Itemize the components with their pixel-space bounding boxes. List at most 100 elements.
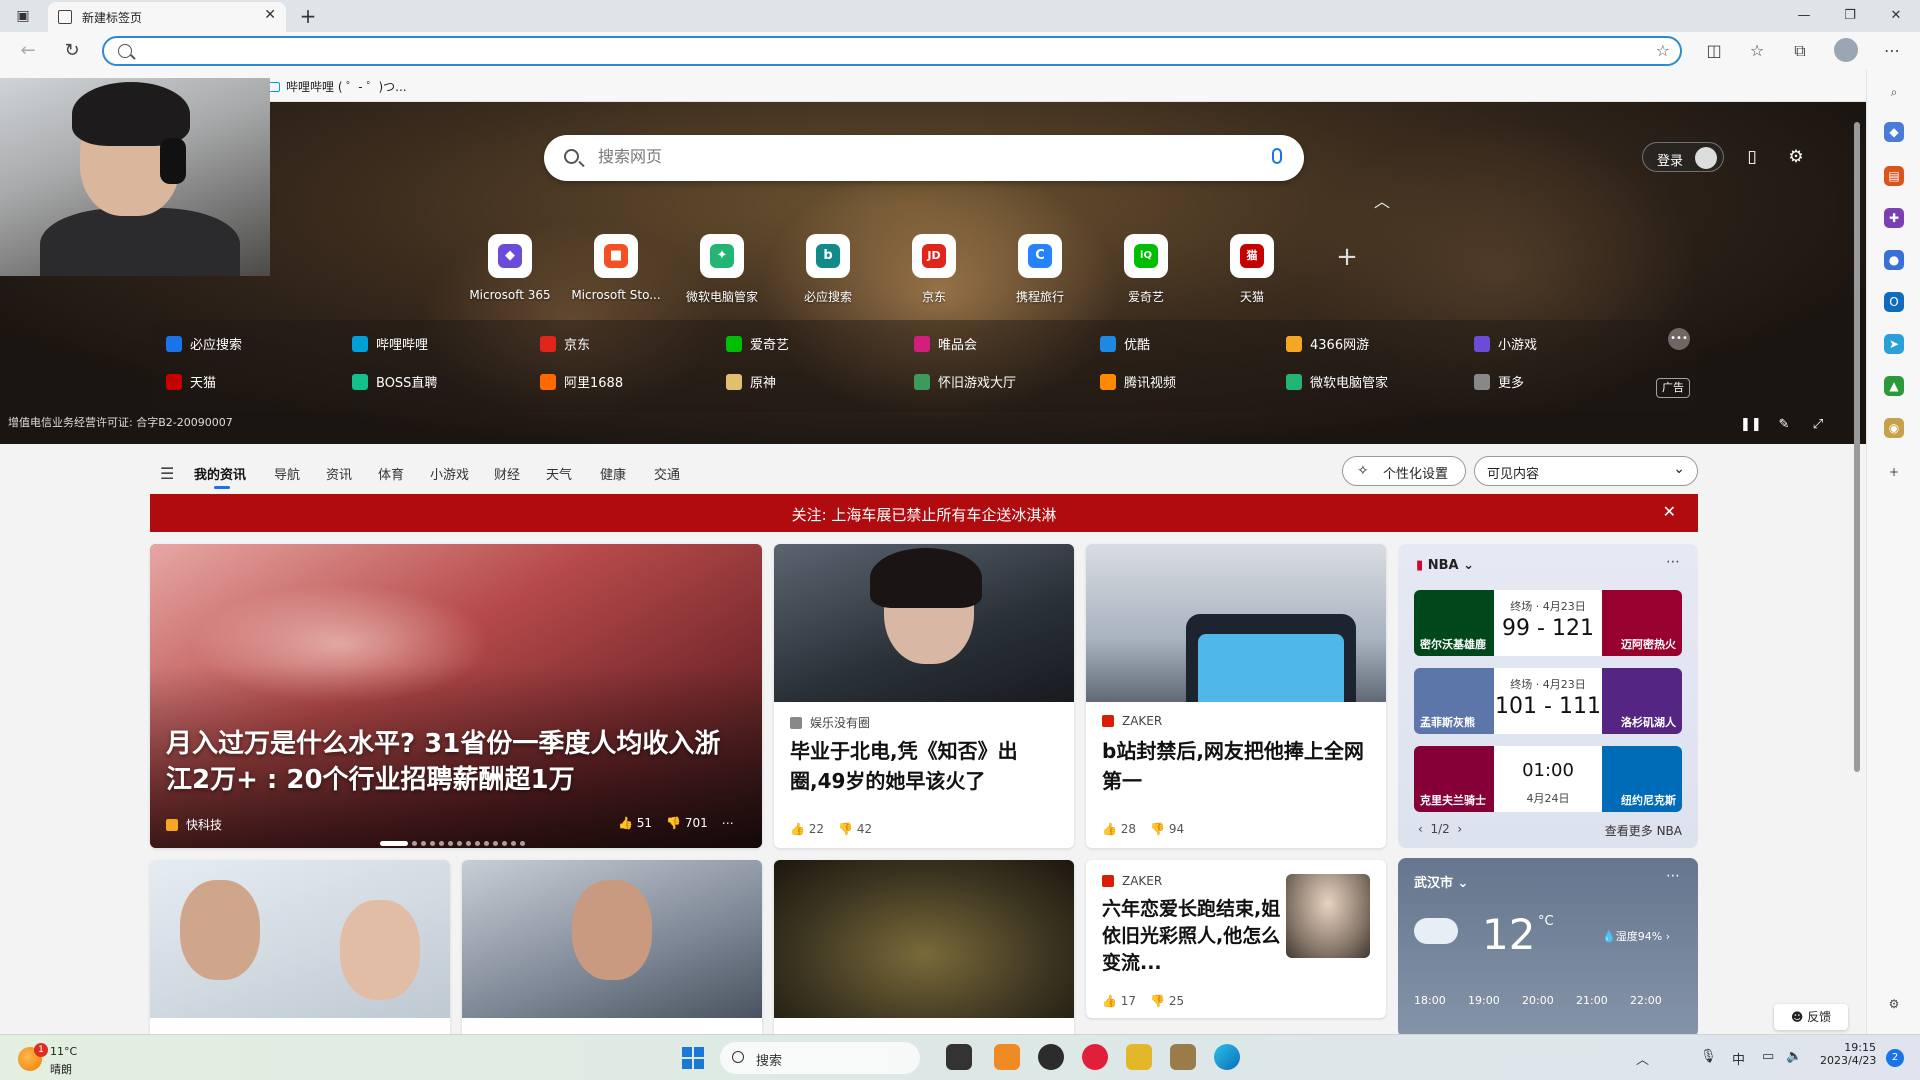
like-button[interactable]: 👍 22 <box>790 822 824 836</box>
link-more[interactable]: 更多 <box>1474 372 1644 392</box>
profile-avatar[interactable] <box>1834 38 1858 62</box>
tile-iqiyi[interactable]: iQ 爱奇艺 <box>1096 234 1196 314</box>
tile-ctrip[interactable]: C 携程旅行 <box>990 234 1090 314</box>
scrollbar-thumb[interactable] <box>1854 122 1860 772</box>
volume-icon[interactable]: 🔈 <box>1786 1049 1802 1064</box>
tab-sports[interactable]: 体育 <box>378 464 404 483</box>
link-boss[interactable]: BOSS直聘 <box>352 372 522 392</box>
tab-mini-games[interactable]: 小游戏 <box>430 464 469 483</box>
clock[interactable]: 19:15 2023/4/23 <box>1820 1041 1876 1067</box>
more-menu-icon[interactable]: ⋯ <box>1878 40 1906 62</box>
tab-close-icon[interactable]: ✕ <box>264 7 276 23</box>
link-retro-games[interactable]: 怀旧游戏大厅 <box>914 372 1084 392</box>
app-icon[interactable] <box>994 1044 1020 1070</box>
tile-tmall[interactable]: 猫天猫 <box>1202 234 1302 314</box>
link-vip[interactable]: 唯品会 <box>914 334 1084 354</box>
tab-actions-icon[interactable]: ▣ <box>12 6 34 26</box>
address-bar[interactable]: ☆ <box>102 36 1682 66</box>
more-options-icon[interactable]: ⋯ <box>1666 554 1680 570</box>
news-card[interactable]: ZAKER 六年恋爱长跑结束,姐依旧光彩照人,他怎么变流... 👍 17 👎 25 <box>1086 860 1386 1018</box>
tree-icon[interactable]: ▲ <box>1884 376 1904 396</box>
settings-gear-icon[interactable]: ⚙ <box>1884 994 1904 1014</box>
nba-title[interactable]: ▮ NBA ⌄ <box>1416 558 1474 573</box>
link-bilibili[interactable]: 哔哩哔哩 <box>352 334 522 354</box>
tile-bing[interactable]: b 必应搜索 <box>778 234 878 314</box>
edge-icon[interactable] <box>1214 1044 1240 1070</box>
tab-health[interactable]: 健康 <box>600 464 626 483</box>
dislike-button[interactable]: 👎 25 <box>1150 994 1184 1008</box>
link-mini-games[interactable]: 小游戏 <box>1474 334 1644 354</box>
taskbar-search[interactable]: 搜索 <box>720 1042 920 1074</box>
dislike-button[interactable]: 👎 42 <box>838 822 872 836</box>
dislike-button[interactable]: 👎 94 <box>1150 822 1184 836</box>
weather-city[interactable]: 武汉市 ⌄ <box>1414 872 1468 891</box>
nba-pager[interactable]: ‹ 1/2 › <box>1418 822 1462 836</box>
link-tmall[interactable]: 天猫 <box>166 372 336 392</box>
login-button[interactable]: 登录 <box>1642 142 1724 172</box>
like-button[interactable]: 👍 28 <box>1102 822 1136 836</box>
link-jd[interactable]: 京东 <box>540 334 710 354</box>
news-card[interactable] <box>774 860 1074 1034</box>
web-search-box[interactable] <box>544 135 1304 181</box>
microphone-icon[interactable]: 🎙 <box>1700 1049 1717 1064</box>
news-card[interactable] <box>150 860 450 1034</box>
scrollbar[interactable] <box>1852 102 1862 1034</box>
send-icon[interactable]: ➤ <box>1884 334 1904 354</box>
shopping-bag-icon[interactable]: ▤ <box>1884 166 1904 186</box>
back-button[interactable]: ← <box>14 39 42 63</box>
alert-banner[interactable]: 关注: 上海车展已禁止所有车企送冰淇淋 ✕ <box>150 494 1698 532</box>
split-screen-icon[interactable]: ◫ <box>1700 40 1728 62</box>
app-icon[interactable] <box>1170 1044 1196 1070</box>
personalize-button[interactable]: ✧ 个性化设置 <box>1342 456 1466 486</box>
link-tencent-video[interactable]: 腾讯视频 <box>1100 372 1270 392</box>
task-view-icon[interactable] <box>946 1044 972 1070</box>
links-options-button[interactable]: ••• <box>1668 328 1690 350</box>
feedback-button[interactable]: ☻ 反馈 <box>1774 1004 1848 1030</box>
tab-weather[interactable]: 天气 <box>546 464 572 483</box>
news-card[interactable]: 娱乐没有圈 毕业于北电,凭《知否》出圈,49岁的她早该火了 👍 22 👎 42 <box>774 544 1074 848</box>
see-more-nba-link[interactable]: 查看更多 NBA <box>1605 822 1682 839</box>
nba-game[interactable]: 密尔沃基雄鹿 迈阿密热火 终场 · 4月23日 99 - 121 <box>1414 590 1682 656</box>
game-icon[interactable]: ◉ <box>1884 418 1904 438</box>
news-card-featured[interactable]: 月入过万是什么水平? 31省份一季度人均收入浙江2万+ : 20个行业招聘薪酬超… <box>150 544 762 848</box>
like-button[interactable]: 👍 17 <box>1102 994 1136 1008</box>
link-pc-manager[interactable]: 微软电脑管家 <box>1286 372 1456 392</box>
more-options-icon[interactable]: ⋯ <box>722 816 734 830</box>
link-bing[interactable]: 必应搜索 <box>166 334 336 354</box>
like-button[interactable]: 👍 51 <box>618 816 652 830</box>
news-card[interactable] <box>462 860 762 1034</box>
close-icon[interactable]: ✕ <box>1663 502 1676 521</box>
pause-icon[interactable]: ❚❚ <box>1740 416 1762 434</box>
link-genshin[interactable]: 原神 <box>726 372 896 392</box>
image-info-icon[interactable]: ✎ <box>1774 416 1794 434</box>
favorite-bilibili[interactable]: 哔哩哔哩 ( ゜- ゜)つ... <box>268 78 407 95</box>
ime-indicator[interactable]: 中 <box>1732 1049 1745 1068</box>
tag-icon[interactable]: ◆ <box>1884 122 1904 142</box>
favorites-icon[interactable]: ☆ <box>1743 40 1771 62</box>
link-4366[interactable]: 4366网游 <box>1286 334 1456 354</box>
tile-microsoft-365[interactable]: ◆ Microsoft 365 <box>460 234 560 314</box>
netease-music-icon[interactable] <box>1082 1044 1108 1070</box>
nba-game[interactable]: 克里夫兰骑士 纽约尼克斯 4月24日 01:00 <box>1414 746 1682 812</box>
microphone-icon[interactable] <box>1272 148 1282 164</box>
search-icon[interactable]: ⌕ <box>1884 82 1904 102</box>
tab-navigation[interactable]: 导航 <box>274 464 300 483</box>
tab-finance[interactable]: 财经 <box>494 464 520 483</box>
mobile-icon[interactable]: ▯ <box>1741 146 1763 168</box>
tab-my-feed[interactable]: 我的资讯 <box>194 464 246 483</box>
dislike-button[interactable]: 👎 701 <box>666 816 708 830</box>
tab-new-tab[interactable]: 新建标签页 ✕ <box>48 2 286 32</box>
tab-news[interactable]: 资讯 <box>326 464 352 483</box>
new-tab-button[interactable]: + <box>296 4 320 28</box>
tile-jd[interactable]: JD 京东 <box>884 234 984 314</box>
expand-icon[interactable]: ⤢ <box>1808 416 1828 434</box>
restore-button[interactable]: ❐ <box>1830 4 1870 28</box>
window-close-button[interactable]: ✕ <box>1876 4 1916 28</box>
tile-microsoft-store[interactable]: ■ Microsoft Sto... <box>566 234 666 314</box>
address-input[interactable] <box>148 41 1548 61</box>
notifications-badge[interactable]: 2 <box>1886 1049 1904 1067</box>
add-icon[interactable]: + <box>1884 462 1904 482</box>
link-iqiyi[interactable]: 爱奇艺 <box>726 334 896 354</box>
network-icon[interactable]: ▭ <box>1762 1049 1774 1064</box>
more-options-icon[interactable]: ⋯ <box>1666 868 1680 884</box>
